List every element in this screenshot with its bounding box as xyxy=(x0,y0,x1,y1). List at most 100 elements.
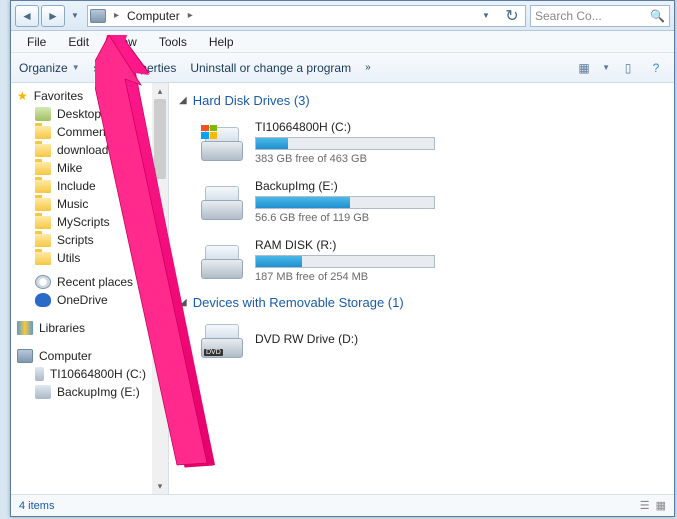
menu-edit[interactable]: Edit xyxy=(58,33,99,51)
refresh-button[interactable]: ↻ xyxy=(501,6,523,26)
overflow-button[interactable]: » xyxy=(365,62,371,73)
forward-button[interactable]: ► xyxy=(41,5,65,27)
search-placeholder: Search Co... xyxy=(535,9,602,23)
address-dropdown-button[interactable]: ▼ xyxy=(475,11,497,20)
computer-label: Computer xyxy=(39,349,92,363)
back-button[interactable]: ◄ xyxy=(15,5,39,27)
folder-icon xyxy=(35,252,51,265)
libraries-label: Libraries xyxy=(39,321,85,335)
props-label: stem properties xyxy=(94,61,177,75)
scroll-down-icon[interactable]: ▾ xyxy=(152,478,168,494)
drive-name: TI10664800H (C:) xyxy=(255,120,664,134)
drive-icon xyxy=(201,125,243,161)
drive-item-d[interactable]: DVD DVD RW Drive (D:) xyxy=(179,318,664,368)
sidebar-item-commented[interactable]: Commented xyxy=(11,123,152,141)
windows-flag-icon xyxy=(201,125,217,139)
sidebar-item-recent[interactable]: Recent places xyxy=(11,273,152,291)
folder-icon xyxy=(35,198,51,211)
address-bar[interactable]: ▸ Computer ▸ ▼ ↻ xyxy=(87,5,526,27)
status-bar: 4 items ☰ ▦ xyxy=(11,494,674,516)
chevron-down-icon[interactable]: ▼ xyxy=(602,63,610,72)
view-controls: ▦ ▼ ▯ ? xyxy=(574,59,666,77)
organize-label: Organize xyxy=(19,61,68,75)
sidebar-item-label: Music xyxy=(57,197,88,211)
menu-view[interactable]: View xyxy=(101,33,147,51)
sidebar-item-drive-c[interactable]: TI10664800H (C:) xyxy=(11,365,152,383)
libraries-icon xyxy=(17,321,33,335)
section-removable-storage[interactable]: ◢ Devices with Removable Storage (1) xyxy=(179,295,664,310)
drive-item-r[interactable]: RAM DISK (R:) 187 MB free of 254 MB xyxy=(179,234,664,293)
sidebar-item-drive-e[interactable]: BackupImg (E:) xyxy=(11,383,152,401)
libraries-header[interactable]: Libraries xyxy=(11,319,152,337)
scroll-thumb[interactable] xyxy=(154,99,166,179)
sidebar-item-label: BackupImg (E:) xyxy=(57,385,140,399)
drive-item-e[interactable]: BackupImg (E:) 56.6 GB free of 119 GB xyxy=(179,175,664,234)
menu-help[interactable]: Help xyxy=(199,33,244,51)
organize-button[interactable]: Organize ▼ xyxy=(19,61,80,75)
sidebar-item-music[interactable]: Music xyxy=(11,195,152,213)
recent-dropdown[interactable]: ▼ xyxy=(67,5,83,27)
drive-info: BackupImg (E:) 56.6 GB free of 119 GB xyxy=(255,179,664,224)
drive-free-text: 383 GB free of 463 GB xyxy=(255,153,664,165)
arrow-right-icon: ► xyxy=(47,9,59,23)
content-pane: ◢ Hard Disk Drives (3) TI10664800H (C:) … xyxy=(169,83,674,494)
sidebar-item-utils[interactable]: Utils xyxy=(11,249,152,267)
desktop-icon xyxy=(35,107,51,121)
favorites-header[interactable]: ★ Favorites xyxy=(11,87,152,105)
help-button[interactable]: ? xyxy=(646,59,666,77)
uninstall-button[interactable]: Uninstall or change a program xyxy=(190,61,351,75)
drive-icon xyxy=(201,184,243,220)
star-icon: ★ xyxy=(17,89,28,103)
tiles-icon: ▦ xyxy=(578,61,589,75)
body: ★ Favorites Desktop Commented download M… xyxy=(11,83,674,494)
sidebar-item-desktop[interactable]: Desktop xyxy=(11,105,152,123)
drive-info: TI10664800H (C:) 383 GB free of 463 GB xyxy=(255,120,664,165)
folder-icon xyxy=(35,180,51,193)
sidebar-item-label: Mike xyxy=(57,161,82,175)
chevron-down-icon: ▼ xyxy=(482,11,490,20)
sidebar-item-myscripts[interactable]: MyScripts xyxy=(11,213,152,231)
onedrive-icon xyxy=(35,293,51,307)
sidebar-item-download[interactable]: download xyxy=(11,141,152,159)
search-icon: 🔍 xyxy=(650,9,665,23)
sidebar-item-scripts[interactable]: Scripts xyxy=(11,231,152,249)
sidebar-item-label: Scripts xyxy=(57,233,94,247)
arrow-left-icon: ◄ xyxy=(21,9,33,23)
section-hard-disk-drives[interactable]: ◢ Hard Disk Drives (3) xyxy=(179,93,664,108)
chevron-down-icon: ▼ xyxy=(72,63,80,72)
sidebar-item-label: Include xyxy=(57,179,96,193)
collapse-triangle-icon: ◢ xyxy=(179,297,187,308)
drive-item-c[interactable]: TI10664800H (C:) 383 GB free of 463 GB xyxy=(179,116,664,175)
drive-usage-fill xyxy=(256,138,288,149)
computer-header[interactable]: Computer xyxy=(11,347,152,365)
menu-file[interactable]: File xyxy=(17,33,56,51)
drive-icon xyxy=(35,367,44,381)
address-bar-row: ◄ ► ▼ ▸ Computer ▸ ▼ ↻ Search Co... xyxy=(11,1,674,31)
menu-tools[interactable]: Tools xyxy=(149,33,197,51)
sidebar-item-onedrive[interactable]: OneDrive xyxy=(11,291,152,309)
libraries-group: Libraries xyxy=(11,319,152,337)
preview-pane-button[interactable]: ▯ xyxy=(618,59,638,77)
drive-usage-bar xyxy=(255,137,435,150)
chevron-right-icon: ▸ xyxy=(184,10,197,21)
sidebar-item-mike[interactable]: Mike xyxy=(11,159,152,177)
tiles-view-icon[interactable]: ▦ xyxy=(656,499,666,512)
sidebar-scrollbar[interactable]: ▴ ▾ xyxy=(152,83,168,494)
view-mode-button[interactable]: ▦ xyxy=(574,59,594,77)
sidebar-item-label: TI10664800H (C:) xyxy=(50,367,146,381)
navigation-pane: ★ Favorites Desktop Commented download M… xyxy=(11,83,169,494)
nav-buttons: ◄ ► ▼ xyxy=(15,5,83,27)
drive-usage-bar xyxy=(255,255,435,268)
section-title: Devices with Removable Storage (1) xyxy=(193,295,404,310)
drive-name: RAM DISK (R:) xyxy=(255,238,664,252)
search-input[interactable]: Search Co... 🔍 xyxy=(530,5,670,27)
sidebar-item-label: MyScripts xyxy=(57,215,110,229)
sidebar-item-include[interactable]: Include xyxy=(11,177,152,195)
details-view-icon[interactable]: ☰ xyxy=(640,499,650,512)
scroll-up-icon[interactable]: ▴ xyxy=(152,83,168,99)
drive-usage-fill xyxy=(256,197,350,208)
pane-icon: ▯ xyxy=(625,61,632,75)
drive-icon xyxy=(35,385,51,399)
system-properties-button[interactable]: stem properties xyxy=(94,61,177,75)
favorites-label: Favorites xyxy=(34,89,83,103)
